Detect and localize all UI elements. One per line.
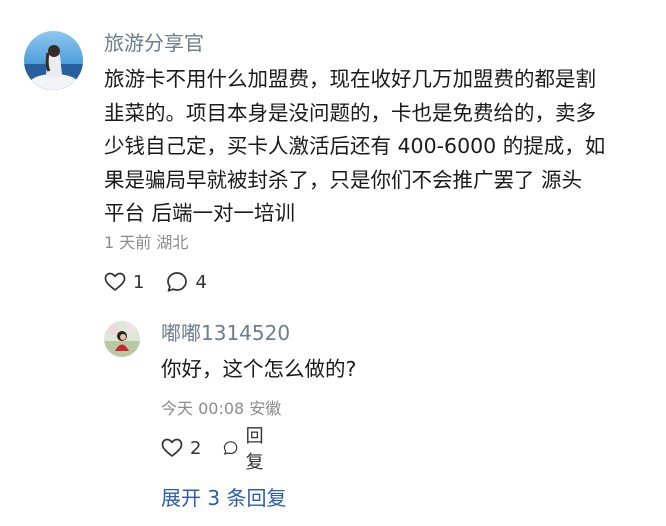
avatar[interactable] [24,31,83,90]
comment-meta: 1 天前 湖北 [104,233,189,252]
reply-reply-label: 回复 [245,426,264,473]
reply-like-count: 2 [190,437,202,459]
reply-actions: 2 回复 [161,426,270,473]
comment-body-line: 旅游卡不用什么加盟费，现在收好几万加盟费的都是割 [104,67,596,91]
reply-reply-button[interactable]: 回复 [223,422,270,474]
speech-bubble-icon [224,441,238,455]
heart-outline-icon [161,438,183,457]
reply-count: 4 [195,271,207,293]
reply-avatar[interactable] [104,321,140,357]
speech-bubble-icon [167,272,188,292]
reply-body: 你好，这个怎么做的? [161,357,357,381]
comment-body: 旅游卡不用什么加盟费，现在收好几万加盟费的都是割 韭菜的。项目本身是没问题的，卡… [104,63,644,231]
reply-like-button[interactable]: 2 [161,438,201,459]
reply-meta: 今天 00:08 安徽 [161,399,282,418]
comment-actions: 1 4 [104,268,207,296]
comment-body-line: 平台 后端一对一培训 [104,201,296,225]
reply-button[interactable]: 4 [166,271,207,293]
avatar-image [24,31,83,90]
reply-username[interactable]: 嘟嘟1314520 [161,319,290,347]
comment-body-line: 韭菜的。项目本身是没问题的，卡也是免费给的，卖多 [104,100,596,125]
heart-outline-icon [104,272,126,291]
comment-username[interactable]: 旅游分享官 [104,29,204,57]
comment-body-line: 少钱自己定，买卡人激活后还有 400-6000 的提成，如 [104,134,606,158]
expand-replies-link[interactable]: 展开 3 条回复 [161,484,286,512]
comment-body-line: 果是骗局早就被封杀了，只是你们不会推广罢了 源头 [104,167,583,192]
like-count: 1 [133,271,145,293]
reply-avatar-image [104,321,140,357]
like-button[interactable]: 1 [104,272,144,293]
